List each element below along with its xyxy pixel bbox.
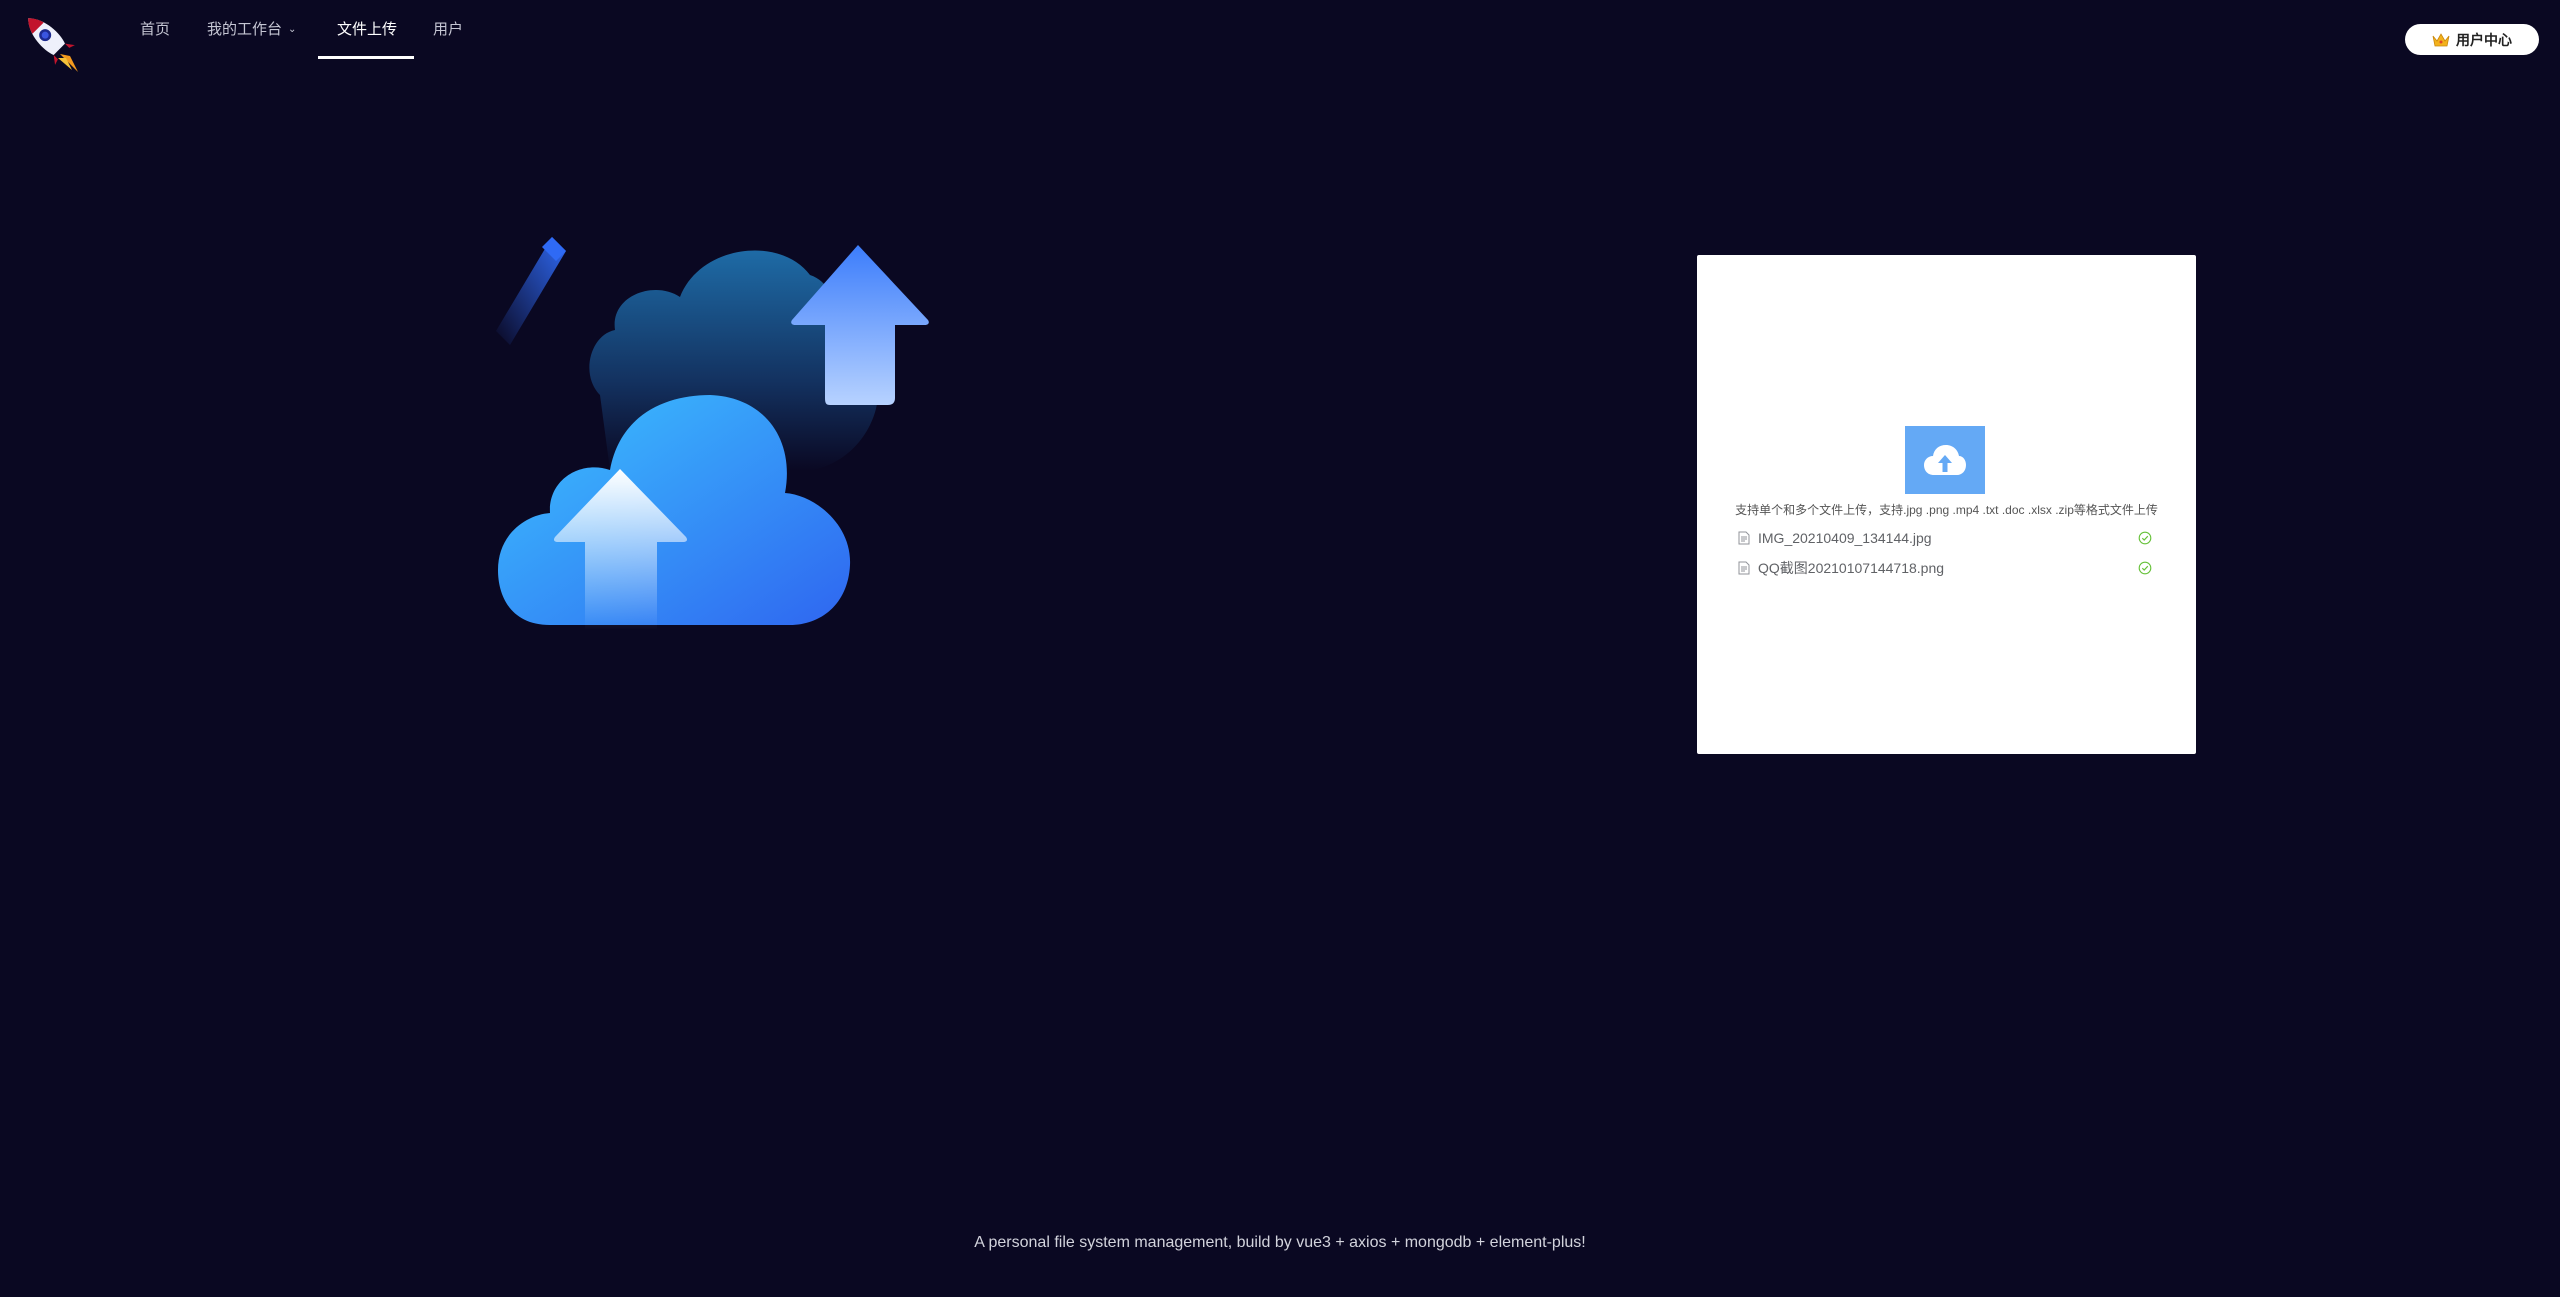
- nav-user-label: 用户: [433, 21, 464, 38]
- document-icon: [1738, 531, 1750, 545]
- nav-workspace[interactable]: 我的工作台 ⌄: [207, 20, 296, 60]
- top-nav-bar: 首页 我的工作台 ⌄ 文件上传 用户 用户中心: [0, 0, 2560, 80]
- nav-workspace-label: 我的工作台: [207, 21, 283, 38]
- user-center-label: 用户中心: [2456, 31, 2512, 48]
- crown-icon: [2432, 32, 2450, 46]
- footer-text: A personal file system management, build…: [974, 1234, 1586, 1251]
- uploaded-file-name: QQ截图20210107144718.png: [1758, 560, 1945, 576]
- user-center-button[interactable]: 用户中心: [2405, 24, 2539, 55]
- upload-button[interactable]: [1905, 426, 1985, 494]
- nav-user[interactable]: 用户: [433, 20, 463, 60]
- uploaded-file-item[interactable]: IMG_20210409_134144.jpg: [1738, 526, 2152, 550]
- nav-home[interactable]: 首页: [140, 20, 170, 60]
- success-check-icon: [2138, 531, 2152, 545]
- upload-panel: 支持单个和多个文件上传，支持.jpg .png .mp4 .txt .doc .…: [1697, 255, 2196, 754]
- nav-active-indicator: [318, 56, 414, 59]
- cloud-upload-illustration: [490, 225, 940, 630]
- document-icon: [1738, 561, 1750, 575]
- nav-file-upload[interactable]: 文件上传: [337, 20, 397, 60]
- uploaded-file-name: IMG_20210409_134144.jpg: [1758, 530, 1932, 546]
- upload-tip: 支持单个和多个文件上传，支持.jpg .png .mp4 .txt .doc .…: [1735, 503, 2158, 517]
- uploaded-file-item[interactable]: QQ截图20210107144718.png: [1738, 556, 2152, 580]
- chevron-down-icon: ⌄: [288, 24, 297, 35]
- page: 首页 我的工作台 ⌄ 文件上传 用户 用户中心 支持单个和多个文件上传，支持.j…: [0, 0, 2560, 1297]
- success-check-icon: [2138, 561, 2152, 575]
- nav-file-upload-label: 文件上传: [337, 21, 398, 38]
- rocket-icon[interactable]: [20, 8, 82, 74]
- nav-home-label: 首页: [140, 21, 171, 38]
- cloud-upload-icon: [1924, 445, 1966, 475]
